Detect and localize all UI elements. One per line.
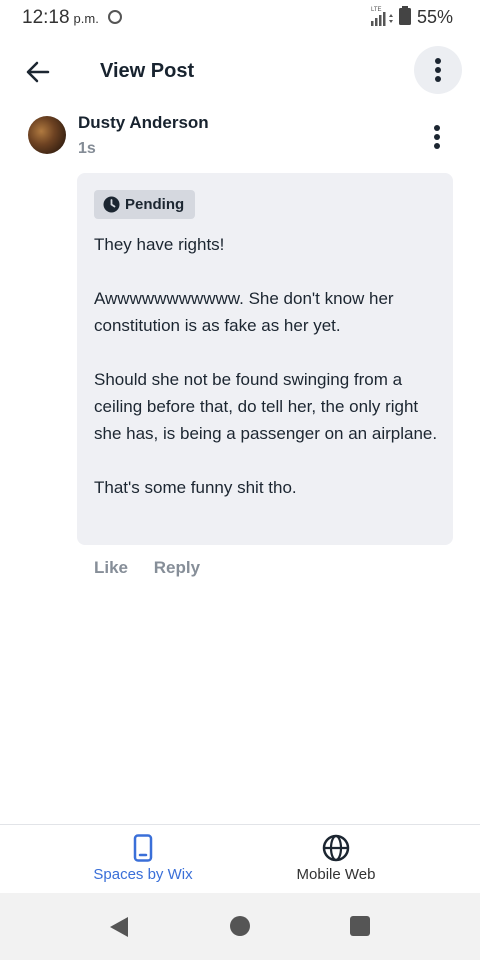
nav-recent-apps-button[interactable] [350,916,370,936]
author-name[interactable]: Dusty Anderson [78,113,209,133]
back-button[interactable] [20,54,56,90]
triangle-back-icon [110,917,128,937]
globe-icon [322,834,350,867]
status-time: 12:18 p.m. [22,7,99,28]
avatar[interactable] [28,116,66,154]
svg-text:LTE: LTE [371,7,382,13]
post-paragraph: Awwwwwwwwwww. She don't know her constit… [94,289,394,335]
tab-label: Spaces by Wix [93,866,193,883]
app-header: View Post [0,44,480,100]
tab-spaces-by-wix[interactable]: Spaces by Wix [43,825,243,893]
nav-home-button[interactable] [230,916,250,936]
more-options-button[interactable] [414,46,462,94]
notification-icon [108,10,122,24]
post-actions: Like Reply [94,558,221,578]
post-timestamp: 1s [78,140,96,157]
post-content-bubble: Pending They have rights! Awwwwwwwwwww. … [77,173,453,545]
clock-icon [103,196,120,213]
system-navigation-bar [0,893,480,960]
bottom-tab-bar: Spaces by Wix Mobile Web [0,824,480,893]
reply-button[interactable]: Reply [154,558,200,577]
phone-icon [133,834,153,867]
post-paragraph: That's some funny shit tho. [94,478,297,497]
tab-label: Mobile Web [296,866,376,883]
post-paragraph: Should she not be found swinging from a … [94,370,438,443]
post-body: They have rights! Awwwwwwwwwww. She don'… [94,231,439,528]
more-vertical-icon [435,58,441,82]
status-badge-label: Pending [125,196,185,213]
more-vertical-icon [434,125,440,149]
post-options-button[interactable] [424,122,450,152]
like-button[interactable]: Like [94,558,128,577]
status-bar: 12:18 p.m. LTE 55% [0,0,480,36]
page-title: View Post [100,60,195,82]
tab-mobile-web[interactable]: Mobile Web [236,825,436,893]
post-author-row: Dusty Anderson 1s [0,108,480,164]
arrow-left-icon [26,61,50,83]
post-paragraph: They have rights! [94,235,225,254]
signal-icon: LTE [369,6,395,33]
battery-level: 55% [417,7,454,27]
status-badge: Pending [94,190,196,219]
nav-back-button[interactable] [108,915,130,944]
status-ampm: p.m. [73,11,99,26]
battery-icon [398,6,412,31]
